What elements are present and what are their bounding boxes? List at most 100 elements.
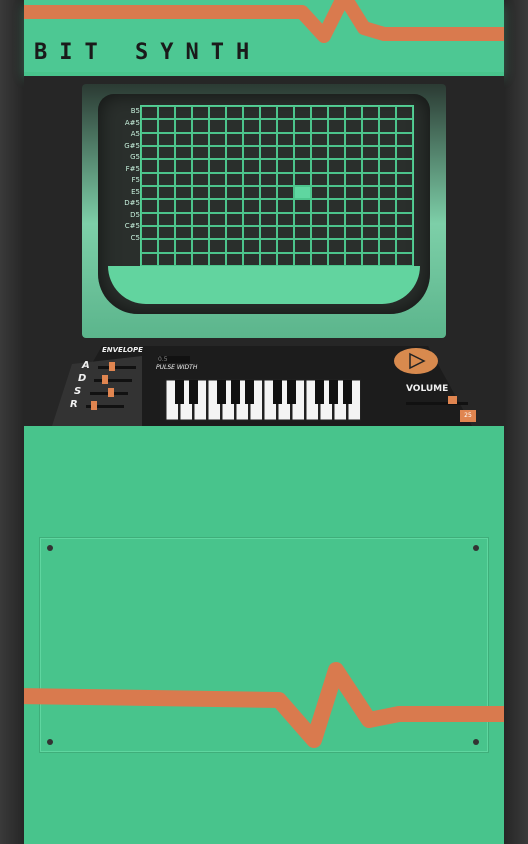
envelope-slider-knob[interactable] [107, 388, 114, 397]
sequencer-cell[interactable] [379, 172, 396, 186]
piano-black-key[interactable] [175, 380, 184, 404]
sequencer-cell[interactable] [328, 145, 345, 160]
sequencer-cell[interactable] [260, 106, 277, 120]
sequencer-cell[interactable] [192, 132, 209, 146]
sequencer-cell[interactable] [243, 159, 260, 173]
sequencer-cell[interactable] [328, 106, 345, 120]
sequencer-cell[interactable] [226, 212, 243, 226]
sequencer-cell[interactable] [260, 212, 277, 226]
sequencer-cell[interactable] [277, 106, 294, 120]
sequencer-cell[interactable] [175, 119, 192, 133]
sequencer-cell[interactable] [345, 252, 362, 266]
sequencer-cell[interactable] [379, 159, 396, 173]
sequencer-cell[interactable] [158, 185, 175, 200]
sequencer-cell[interactable] [345, 119, 362, 133]
sequencer-cell[interactable] [141, 185, 158, 200]
sequencer-cell[interactable] [379, 119, 396, 133]
sequencer-cell[interactable] [226, 119, 243, 133]
sequencer-cell[interactable] [328, 212, 345, 226]
volume-slider-knob[interactable] [448, 396, 457, 404]
sequencer-cell[interactable] [294, 252, 311, 266]
sequencer-cell[interactable] [311, 185, 328, 200]
sequencer-cell[interactable] [226, 239, 243, 253]
sequencer-cell[interactable] [209, 252, 226, 266]
sequencer-cell[interactable] [294, 172, 311, 186]
sequencer-cell[interactable] [362, 239, 379, 253]
sequencer-cell[interactable] [175, 106, 192, 120]
sequencer-cell[interactable] [158, 145, 175, 160]
coin-slot[interactable]: 25 [460, 410, 476, 422]
sequencer-cell[interactable] [175, 185, 192, 200]
piano-black-key[interactable] [273, 380, 282, 404]
piano-black-key[interactable] [315, 380, 324, 404]
sequencer-cell[interactable] [311, 225, 328, 240]
sequencer-cell[interactable] [243, 145, 260, 160]
sequencer-cell[interactable] [158, 239, 175, 253]
sequencer-cell[interactable] [243, 239, 260, 253]
sequencer-cell[interactable] [141, 212, 158, 226]
sequencer-cell[interactable] [141, 119, 158, 133]
sequencer-cell[interactable] [345, 106, 362, 120]
sequencer-cell[interactable] [396, 132, 413, 146]
sequencer-cell[interactable] [209, 185, 226, 200]
sequencer-cell[interactable] [311, 172, 328, 186]
envelope-slider-knob[interactable] [102, 375, 108, 384]
piano-black-key[interactable] [329, 380, 338, 404]
sequencer-cell[interactable] [294, 132, 311, 146]
piano-black-key[interactable] [343, 380, 352, 404]
sequencer-cell[interactable] [209, 239, 226, 253]
sequencer-cell[interactable] [192, 106, 209, 120]
sequencer-cell[interactable] [226, 185, 243, 200]
sequencer-cell[interactable] [362, 172, 379, 186]
sequencer-cell[interactable] [158, 119, 175, 133]
sequencer-cell[interactable] [175, 212, 192, 226]
sequencer-cell[interactable] [209, 132, 226, 146]
sequencer-cell[interactable] [226, 106, 243, 120]
sequencer-cell[interactable] [243, 132, 260, 146]
sequencer-cell[interactable] [311, 132, 328, 146]
sequencer-cell[interactable] [158, 106, 175, 120]
sequencer-cell[interactable] [311, 106, 328, 120]
sequencer-cell[interactable] [277, 119, 294, 133]
sequencer-cell[interactable] [362, 145, 379, 160]
sequencer-cell[interactable] [260, 145, 277, 160]
sequencer-cell[interactable] [294, 212, 311, 226]
sequencer-cell[interactable] [226, 172, 243, 186]
sequencer-cell[interactable] [345, 199, 362, 213]
sequencer-cell[interactable] [192, 172, 209, 186]
sequencer-cell[interactable] [226, 252, 243, 266]
sequencer-cell[interactable] [260, 172, 277, 186]
sequencer-cell[interactable] [294, 199, 311, 213]
sequencer-cell[interactable] [396, 239, 413, 253]
sequencer-cell[interactable] [362, 106, 379, 120]
sequencer-cell[interactable] [192, 212, 209, 226]
sequencer-cell[interactable] [396, 212, 413, 226]
sequencer-cell[interactable] [141, 132, 158, 146]
sequencer-cell[interactable] [396, 185, 413, 200]
envelope-slider-knob[interactable] [109, 362, 116, 371]
sequencer-cell[interactable] [396, 145, 413, 160]
sequencer-cell[interactable] [328, 239, 345, 253]
sequencer-cell[interactable] [175, 172, 192, 186]
sequencer-cell[interactable] [141, 172, 158, 186]
sequencer-cell[interactable] [379, 225, 396, 240]
sequencer-cell[interactable] [175, 145, 192, 160]
sequencer-cell[interactable] [192, 159, 209, 173]
sequencer-cell[interactable] [243, 252, 260, 266]
sequencer-cell[interactable] [243, 172, 260, 186]
sequencer-cell[interactable] [311, 239, 328, 253]
envelope-slider-track[interactable] [94, 379, 132, 382]
sequencer-cell[interactable] [311, 252, 328, 266]
sequencer-cell[interactable] [396, 106, 413, 120]
sequencer-cell[interactable] [345, 172, 362, 186]
sequencer-cell[interactable] [192, 225, 209, 240]
sequencer-cell[interactable] [260, 132, 277, 146]
sequencer-cell[interactable] [379, 199, 396, 213]
sequencer-cell[interactable] [209, 106, 226, 120]
sequencer-cell[interactable] [158, 132, 175, 146]
sequencer-cell[interactable] [328, 252, 345, 266]
sequencer-cell[interactable] [141, 252, 158, 266]
sequencer-cell[interactable] [345, 185, 362, 200]
sequencer-cell[interactable] [175, 132, 192, 146]
sequencer-cell[interactable] [158, 212, 175, 226]
